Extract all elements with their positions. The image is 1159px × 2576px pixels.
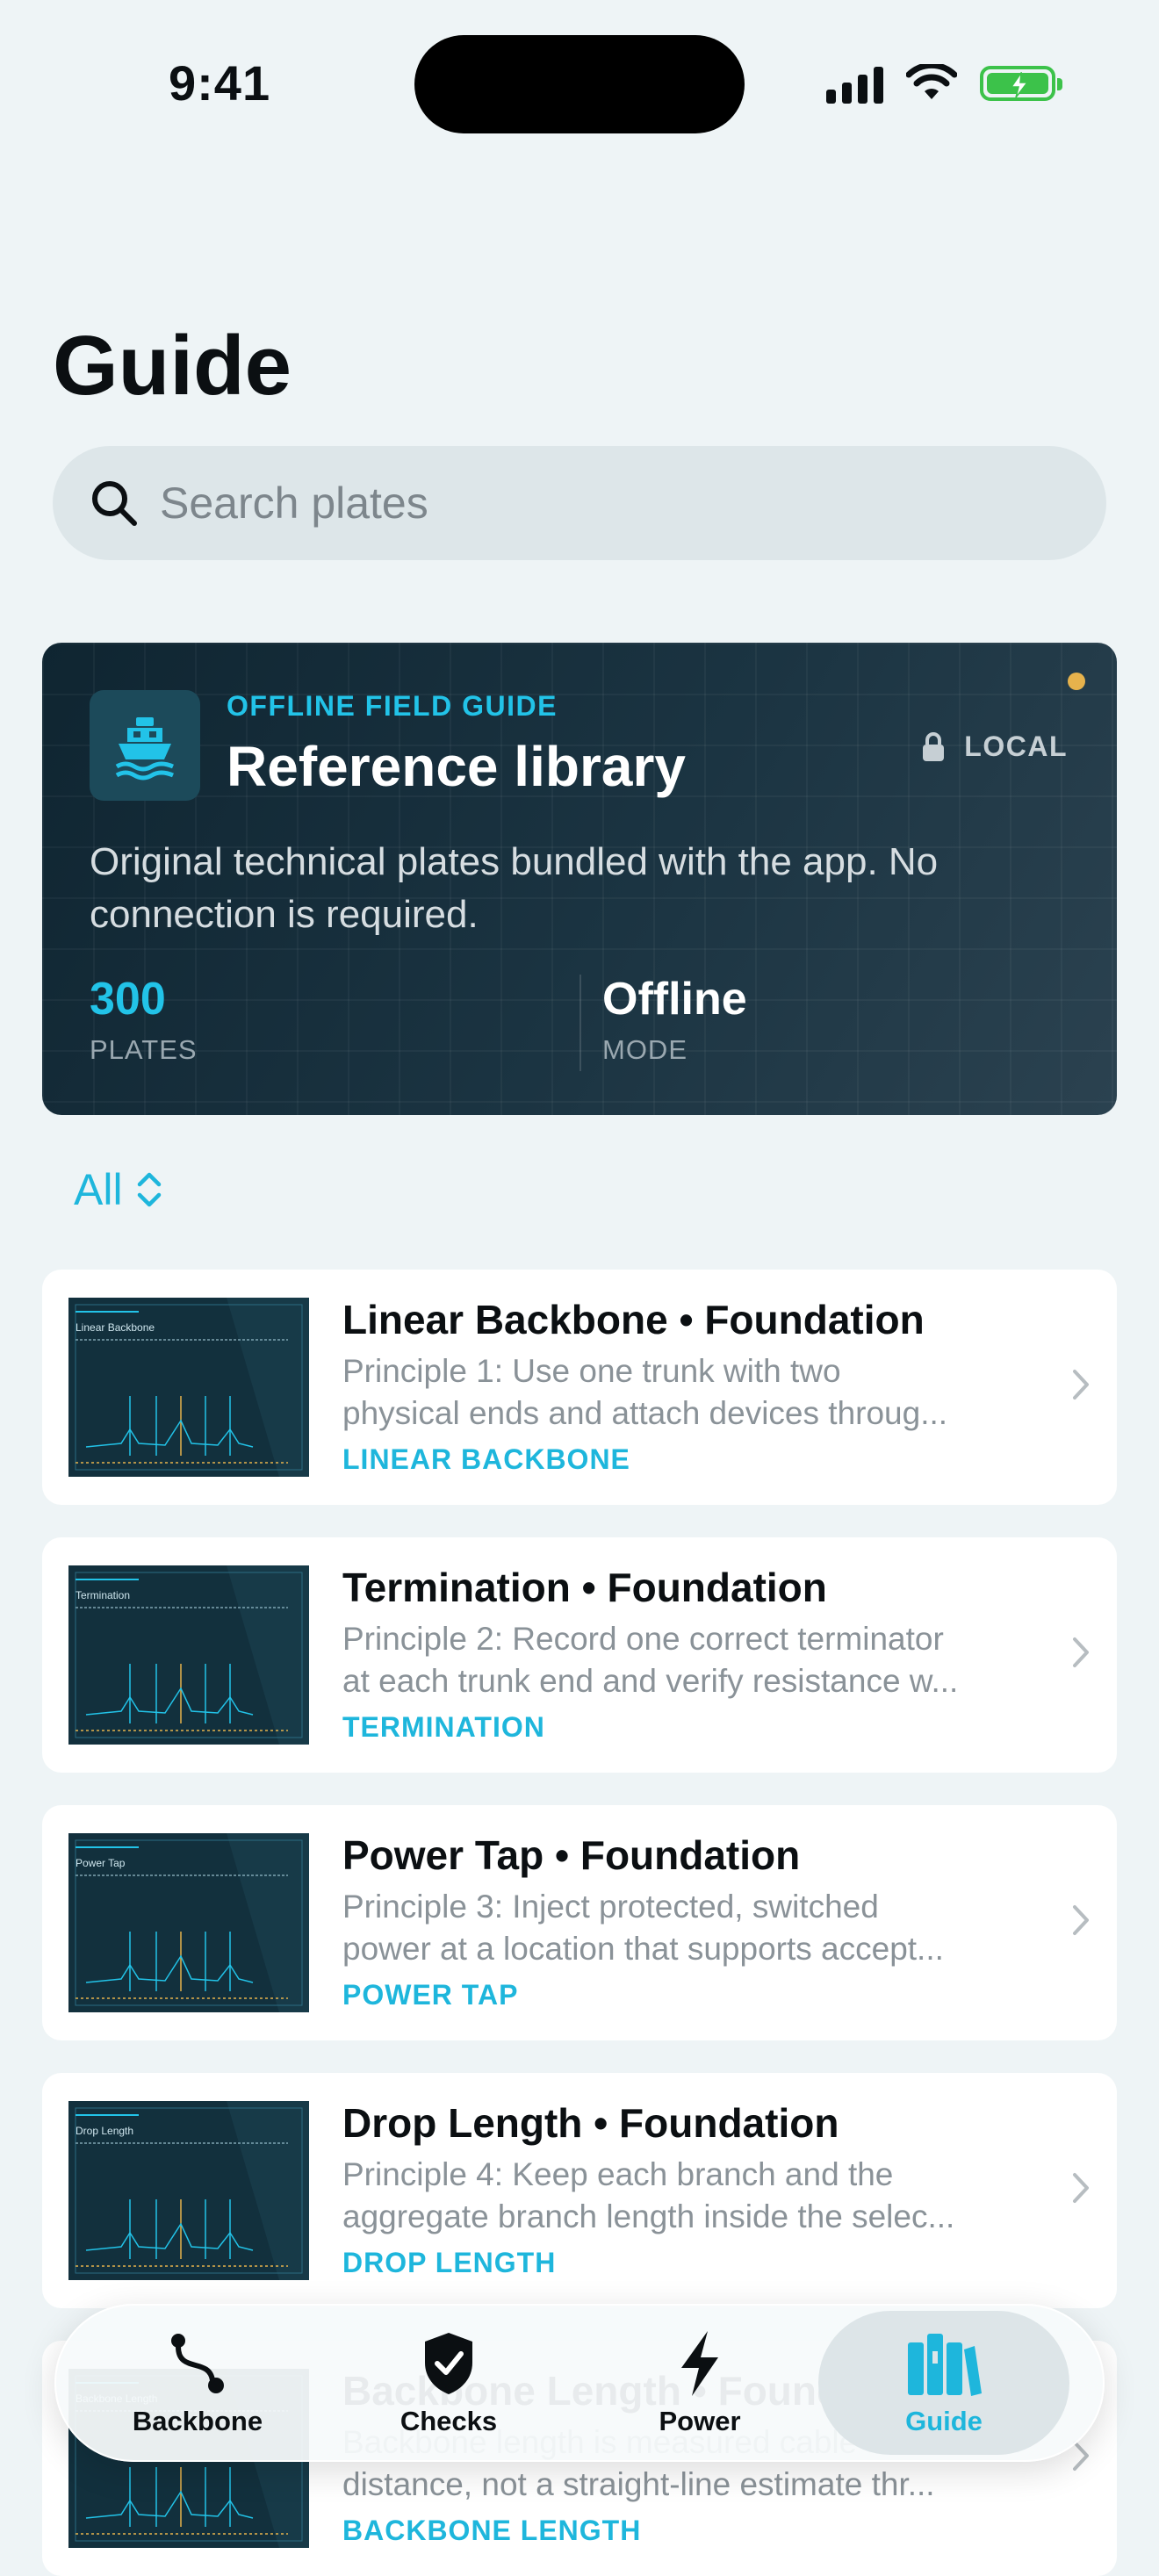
route-icon bbox=[167, 2328, 228, 2399]
hero-eyebrow: OFFLINE FIELD GUIDE bbox=[227, 690, 558, 722]
plate-description-line-1: Principle 2: Record one correct terminat… bbox=[342, 1621, 944, 1657]
reference-library-card: OFFLINE FIELD GUIDE Reference library LO… bbox=[42, 643, 1117, 1115]
plate-description: Principle 2: Record one correct terminat… bbox=[342, 1618, 983, 1702]
page-title: Guide bbox=[53, 319, 292, 413]
plate-description-line-1: Principle 1: Use one trunk with two bbox=[342, 1353, 841, 1389]
plate-description-line-2: aggregate branch length inside the selec… bbox=[342, 2198, 955, 2234]
chevron-right-icon bbox=[1073, 1637, 1089, 1667]
tab-power[interactable]: Power bbox=[574, 2304, 825, 2462]
svg-text:Termination: Termination bbox=[76, 1589, 130, 1601]
status-time: 9:41 bbox=[169, 55, 271, 111]
plate-title: Drop Length • Foundation bbox=[342, 2100, 839, 2146]
wifi-icon bbox=[906, 64, 957, 99]
tab-backbone[interactable]: Backbone bbox=[72, 2304, 323, 2462]
stat-mode: Offline MODE bbox=[602, 973, 747, 1066]
chevron-right-icon bbox=[1073, 2173, 1089, 2203]
chevron-right-icon bbox=[1073, 1370, 1089, 1400]
stat-mode-value: Offline bbox=[602, 974, 747, 1025]
ship-icon bbox=[90, 690, 200, 801]
plate-title: Linear Backbone • Foundation bbox=[342, 1297, 925, 1342]
category-filter[interactable]: All bbox=[74, 1164, 163, 1215]
plate-description-line-2: physical ends and attach devices throug.… bbox=[342, 1395, 948, 1431]
plate-description-line-1: Principle 3: Inject protected, switched bbox=[342, 1889, 879, 1925]
plate-description-line-2: power at a location that supports accept… bbox=[342, 1931, 944, 1967]
tab-checks[interactable]: Checks bbox=[323, 2304, 574, 2462]
status-dot bbox=[1068, 673, 1085, 690]
hero-title: Reference library bbox=[227, 735, 686, 798]
lock-icon bbox=[923, 731, 945, 761]
stat-plates: 300 PLATES bbox=[90, 973, 198, 1066]
plate-tag: POWER TAP bbox=[342, 1979, 519, 2011]
stat-divider bbox=[580, 975, 581, 1071]
bolt-icon bbox=[676, 2328, 723, 2399]
svg-text:Linear Backbone: Linear Backbone bbox=[76, 1321, 155, 1334]
plate-tag: DROP LENGTH bbox=[342, 2247, 557, 2278]
svg-text:Drop Length: Drop Length bbox=[76, 2125, 133, 2137]
tab-backbone-label: Backbone bbox=[132, 2406, 263, 2436]
search-bar[interactable] bbox=[53, 446, 1106, 560]
chevron-right-icon bbox=[1073, 1905, 1089, 1935]
plate-thumbnail: Linear Backbone bbox=[68, 1298, 309, 1477]
battery-icon bbox=[980, 66, 1062, 101]
plate-thumbnail: Power Tap bbox=[68, 1833, 309, 2012]
cellular-signal-icon bbox=[826, 63, 883, 104]
plate-tag: TERMINATION bbox=[342, 1711, 545, 1743]
plate-description-line-2: distance, not a straight-line estimate t… bbox=[342, 2466, 935, 2502]
search-icon bbox=[92, 481, 137, 526]
dynamic-island bbox=[414, 35, 745, 133]
plate-tag: BACKBONE LENGTH bbox=[342, 2515, 642, 2546]
stat-plates-label: PLATES bbox=[90, 1034, 198, 1065]
books-icon bbox=[906, 2328, 982, 2399]
shield-check-icon bbox=[421, 2328, 476, 2399]
svg-text:Power Tap: Power Tap bbox=[76, 1857, 126, 1869]
plate-row[interactable]: Termination Termination • Foundation Pri… bbox=[42, 1537, 1117, 1773]
tab-bar: Backbone Checks Power Guide bbox=[54, 2304, 1105, 2462]
plate-row[interactable]: Drop Length Drop Length • Foundation Pri… bbox=[42, 2073, 1117, 2308]
status-icons bbox=[826, 63, 1062, 104]
stat-mode-label: MODE bbox=[602, 1034, 687, 1065]
local-badge: LOCAL bbox=[922, 730, 1068, 763]
tab-guide[interactable]: Guide bbox=[818, 2311, 1069, 2455]
plate-tag: LINEAR BACKBONE bbox=[342, 1443, 630, 1475]
filter-label: All bbox=[74, 1165, 123, 1214]
plate-description-line-1: Principle 4: Keep each branch and the bbox=[342, 2156, 894, 2192]
chevron-updown-icon bbox=[137, 1172, 161, 1207]
plate-description: Principle 4: Keep each branch and the ag… bbox=[342, 2154, 983, 2238]
tab-power-label: Power bbox=[659, 2406, 741, 2436]
plate-title: Termination • Foundation bbox=[342, 1565, 827, 1610]
plate-row[interactable]: Power Tap Power Tap • Foundation Princip… bbox=[42, 1805, 1117, 2040]
hero-description: Original technical plates bundled with t… bbox=[90, 840, 939, 936]
stat-plates-value: 300 bbox=[90, 974, 166, 1025]
plate-row[interactable]: Linear Backbone Linear Backbone • Founda… bbox=[42, 1270, 1117, 1505]
plate-thumbnail: Drop Length bbox=[68, 2101, 309, 2280]
search-input[interactable] bbox=[158, 477, 1040, 529]
plate-title: Power Tap • Foundation bbox=[342, 1832, 801, 1878]
plate-description: Principle 3: Inject protected, switched … bbox=[342, 1886, 983, 1970]
tab-guide-label: Guide bbox=[905, 2406, 983, 2436]
plate-thumbnail: Termination bbox=[68, 1565, 309, 1745]
plate-description-line-2: at each trunk end and verify resistance … bbox=[342, 1663, 959, 1699]
plate-description: Principle 1: Use one trunk with two phys… bbox=[342, 1350, 983, 1435]
tab-checks-label: Checks bbox=[400, 2406, 498, 2436]
local-badge-label: LOCAL bbox=[964, 730, 1068, 762]
